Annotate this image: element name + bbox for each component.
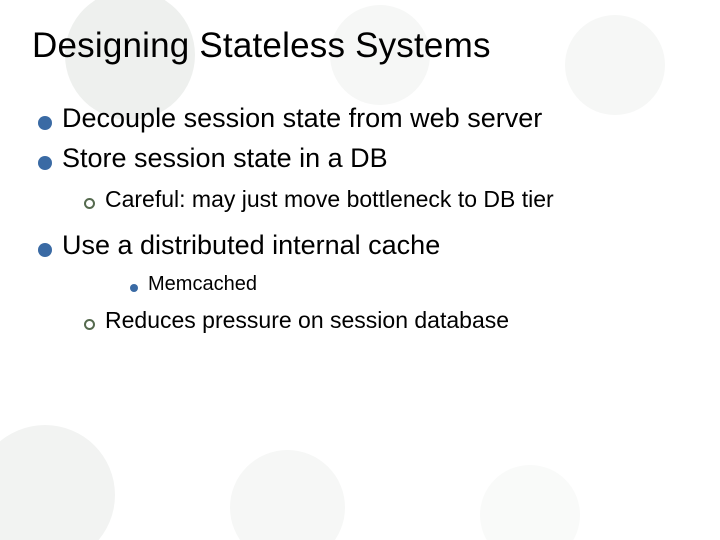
bullet-level3: Memcached (130, 270, 688, 298)
bullet-text: Careful: may just move bottleneck to DB … (105, 183, 554, 215)
slide: Designing Stateless Systems Decouple ses… (0, 0, 720, 336)
disc-icon (38, 156, 52, 170)
ring-icon (84, 319, 95, 330)
bullet-text: Memcached (148, 270, 257, 298)
bullet-text: Store session state in a DB (62, 140, 388, 176)
bullet-level1: Use a distributed internal cache (38, 227, 688, 263)
disc-icon (38, 243, 52, 257)
bullet-text: Use a distributed internal cache (62, 227, 440, 263)
slide-title: Designing Stateless Systems (32, 26, 688, 66)
bullet-level2: Careful: may just move bottleneck to DB … (84, 183, 688, 215)
bullet-text: Reduces pressure on session database (105, 304, 509, 336)
bullet-level1: Decouple session state from web server (38, 100, 688, 136)
bullet-level2: Reduces pressure on session database (84, 304, 688, 336)
bullet-level1: Store session state in a DB (38, 140, 688, 176)
disc-icon (130, 284, 138, 292)
bullet-text: Decouple session state from web server (62, 100, 542, 136)
ring-icon (84, 198, 95, 209)
disc-icon (38, 116, 52, 130)
